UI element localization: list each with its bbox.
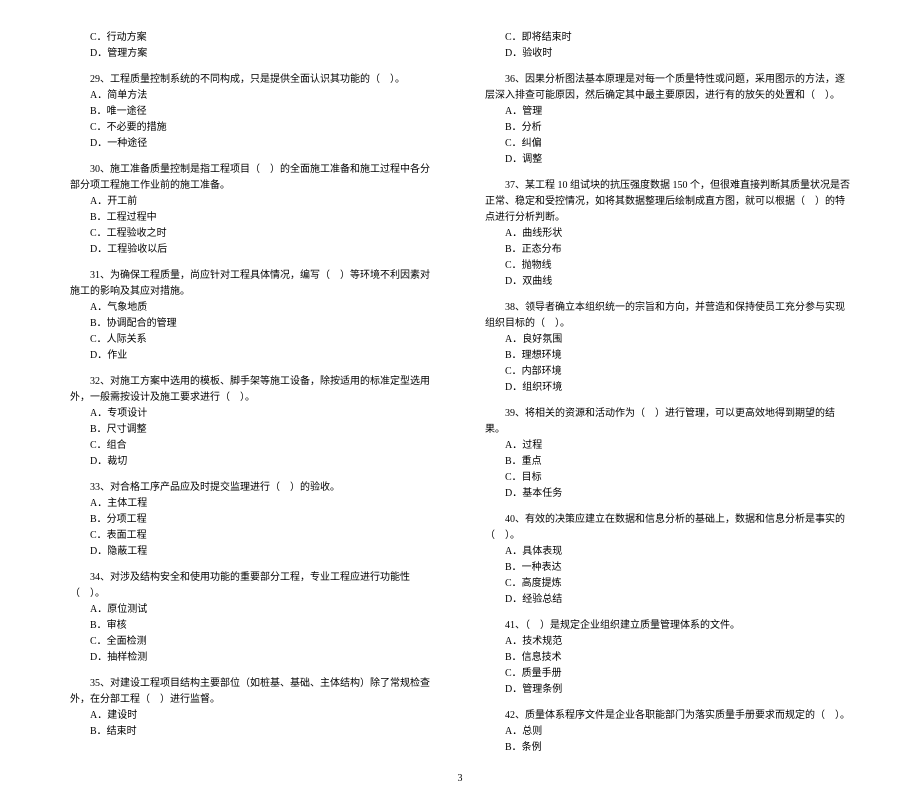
q41-opt-d: D．管理条例	[485, 682, 850, 698]
q39-opt-c: C．目标	[485, 470, 850, 486]
q40-opt-b: B．一种表达	[485, 560, 850, 576]
q34-opt-c: C．全面检测	[70, 634, 435, 650]
q39-opt-d: D．基本任务	[485, 486, 850, 502]
q36-stem: 36、因果分析图法基本原理是对每一个质量特性或问题，采用图示的方法，逐层深入排查…	[485, 72, 850, 104]
q38-opt-b: B．理想环境	[485, 348, 850, 364]
q35-opt-a: A．建设时	[70, 708, 435, 724]
q31-stem: 31、为确保工程质量，尚应针对工程具体情况，编写（ ）等环境不利因素对施工的影响…	[70, 268, 435, 300]
q36-opt-d: D．调整	[485, 152, 850, 168]
q36-opt-a: A．管理	[485, 104, 850, 120]
q35-stem: 35、对建设工程项目结构主要部位（如桩基、基础、主体结构）除了常规检查外，在分部…	[70, 676, 435, 708]
q30-stem: 30、施工准备质量控制是指工程项目（ ）的全面施工准备和施工过程中各分部分项工程…	[70, 162, 435, 194]
q37-opt-a: A．曲线形状	[485, 226, 850, 242]
q37-opt-b: B．正态分布	[485, 242, 850, 258]
q41-opt-b: B．信息技术	[485, 650, 850, 666]
q35-opt-d: D．验收时	[485, 46, 850, 62]
q37-opt-d: D．双曲线	[485, 274, 850, 290]
q41-opt-a: A．技术规范	[485, 634, 850, 650]
q42-opt-b: B．条例	[485, 740, 850, 756]
q31-opt-a: A．气象地质	[70, 300, 435, 316]
q28-opt-d: D．管理方案	[70, 46, 435, 62]
q41-stem: 41、（ ）是规定企业组织建立质量管理体系的文件。	[485, 618, 850, 634]
q40-stem: 40、有效的决策应建立在数据和信息分析的基础上，数据和信息分析是事实的（ ）。	[485, 512, 850, 544]
q32-opt-b: B．尺寸调整	[70, 422, 435, 438]
q42-stem: 42、质量体系程序文件是企业各职能部门为落实质量手册要求而规定的（ ）。	[485, 708, 850, 724]
q36-opt-c: C．纠偏	[485, 136, 850, 152]
q34-opt-a: A．原位测试	[70, 602, 435, 618]
q29-opt-a: A．简单方法	[70, 88, 435, 104]
q40-opt-a: A．具体表现	[485, 544, 850, 560]
q31-opt-d: D．作业	[70, 348, 435, 364]
q40-opt-d: D．经验总结	[485, 592, 850, 608]
q34-stem: 34、对涉及结构安全和使用功能的重要部分工程，专业工程应进行功能性（ ）。	[70, 570, 435, 602]
q30-opt-d: D．工程验收以后	[70, 242, 435, 258]
q41-opt-c: C．质量手册	[485, 666, 850, 682]
q31-opt-c: C．人际关系	[70, 332, 435, 348]
q30-opt-b: B．工程过程中	[70, 210, 435, 226]
q32-opt-d: D．裁切	[70, 454, 435, 470]
q34-opt-d: D．抽样检测	[70, 650, 435, 666]
q33-opt-d: D．隐蔽工程	[70, 544, 435, 560]
q33-opt-a: A．主体工程	[70, 496, 435, 512]
q33-opt-b: B．分项工程	[70, 512, 435, 528]
q39-opt-a: A．过程	[485, 438, 850, 454]
q35-opt-b: B．结束时	[70, 724, 435, 740]
q40-opt-c: C．高度提炼	[485, 576, 850, 592]
q36-opt-b: B．分析	[485, 120, 850, 136]
q29-stem: 29、工程质量控制系统的不同构成，只是提供全面认识其功能的（ ）。	[70, 72, 435, 88]
q35-opt-c: C．即将结束时	[485, 30, 850, 46]
q31-opt-b: B．协调配合的管理	[70, 316, 435, 332]
q38-stem: 38、领导者确立本组织统一的宗旨和方向，并营造和保持使员工充分参与实现组织目标的…	[485, 300, 850, 332]
q38-opt-d: D．组织环境	[485, 380, 850, 396]
left-column: C．行动方案 D．管理方案 29、工程质量控制系统的不同构成，只是提供全面认识其…	[70, 30, 435, 756]
q39-stem: 39、将相关的资源和活动作为（ ）进行管理，可以更高效地得到期望的结果。	[485, 406, 850, 438]
q33-opt-c: C．表面工程	[70, 528, 435, 544]
q33-stem: 33、对合格工序产品应及时提交监理进行（ ）的验收。	[70, 480, 435, 496]
q34-opt-b: B．审核	[70, 618, 435, 634]
q39-opt-b: B．重点	[485, 454, 850, 470]
q32-opt-a: A．专项设计	[70, 406, 435, 422]
page-number: 3	[70, 771, 850, 787]
q38-opt-c: C．内部环境	[485, 364, 850, 380]
q32-opt-c: C．组合	[70, 438, 435, 454]
q28-opt-c: C．行动方案	[70, 30, 435, 46]
q29-opt-c: C．不必要的措施	[70, 120, 435, 136]
q29-opt-b: B．唯一途径	[70, 104, 435, 120]
q30-opt-a: A．开工前	[70, 194, 435, 210]
q42-opt-a: A．总则	[485, 724, 850, 740]
q29-opt-d: D．一种途径	[70, 136, 435, 152]
q37-stem: 37、某工程 10 组试块的抗压强度数据 150 个，但很难直接判断其质量状况是…	[485, 178, 850, 226]
right-column: C．即将结束时 D．验收时 36、因果分析图法基本原理是对每一个质量特性或问题，…	[485, 30, 850, 756]
q30-opt-c: C．工程验收之时	[70, 226, 435, 242]
q37-opt-c: C．抛物线	[485, 258, 850, 274]
q38-opt-a: A．良好氛围	[485, 332, 850, 348]
q32-stem: 32、对施工方案中选用的模板、脚手架等施工设备，除按适用的标准定型选用外，一般需…	[70, 374, 435, 406]
